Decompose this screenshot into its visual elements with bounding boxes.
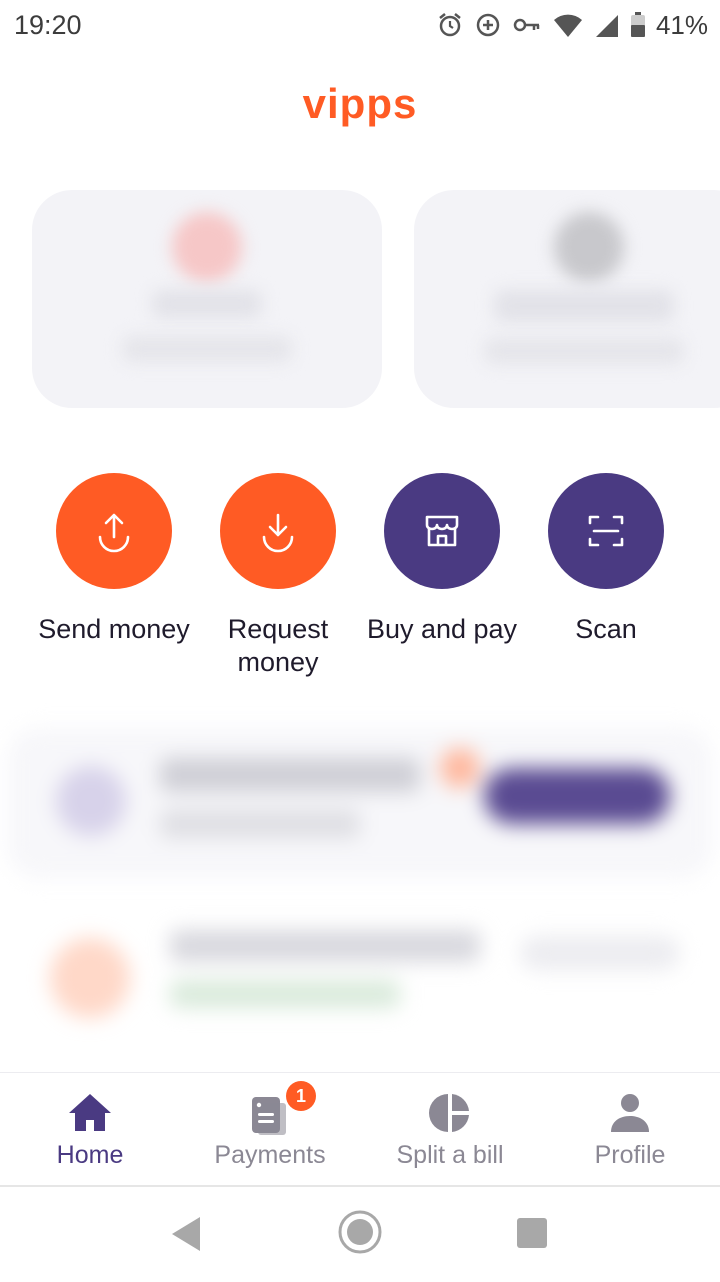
tab-label: Payments: [214, 1141, 326, 1169]
data-saver-icon: [476, 13, 500, 37]
scan-icon: [588, 515, 624, 547]
buy-and-pay-button[interactable]: Buy and pay: [360, 473, 524, 646]
action-label: Buy and pay: [366, 614, 518, 644]
back-icon[interactable]: [168, 1215, 204, 1253]
tab-label: Split a bill: [396, 1141, 504, 1169]
request-money-button[interactable]: Request money: [196, 473, 360, 679]
action-label: Scan: [575, 614, 637, 644]
vpn-key-icon: [513, 18, 540, 32]
request-money-icon: [262, 513, 294, 553]
cell-signal-icon: [595, 15, 618, 37]
home-circle-icon[interactable]: [337, 1209, 383, 1255]
profile-icon: [611, 1094, 649, 1132]
blurred-list-item[interactable]: [0, 728, 720, 888]
blurred-list-item[interactable]: [0, 900, 720, 1050]
tab-profile[interactable]: Profile: [540, 1073, 720, 1185]
action-label: Request money: [227, 614, 329, 677]
scan-button[interactable]: Scan: [524, 473, 688, 646]
send-money-button[interactable]: Send money: [32, 473, 196, 646]
send-money-icon: [98, 513, 130, 553]
tab-label: Profile: [594, 1141, 666, 1169]
status-bar: 19:20 41%: [0, 0, 720, 52]
recents-icon[interactable]: [516, 1217, 548, 1249]
tab-split-a-bill[interactable]: Split a bill: [360, 1073, 540, 1185]
blurred-card[interactable]: [414, 190, 720, 408]
blurred-card[interactable]: [32, 190, 382, 408]
pie-chart-icon: [429, 1094, 469, 1132]
status-time: 19:20: [14, 10, 82, 40]
action-label: Send money: [38, 614, 190, 644]
wifi-icon: [553, 14, 582, 37]
payments-icon: [252, 1097, 286, 1135]
battery-percent: 41%: [655, 9, 708, 40]
status-icons: 41%: [436, 8, 708, 42]
system-navigation-bar: [0, 1185, 720, 1282]
shop-icon: [425, 515, 459, 547]
bottom-navigation: Home 1 Payments Split a bill Profile: [0, 1072, 720, 1185]
alarm-icon: [439, 13, 461, 37]
vipps-logo: vipps: [302, 80, 418, 127]
tab-label: Home: [56, 1141, 124, 1169]
home-icon: [69, 1094, 111, 1131]
tab-payments[interactable]: 1 Payments: [180, 1073, 360, 1185]
battery-icon: [630, 12, 645, 37]
tab-home[interactable]: Home: [0, 1073, 180, 1185]
quick-actions: Send money Request money Buy and pay Sca…: [0, 473, 720, 703]
payments-badge: 1: [286, 1081, 316, 1111]
